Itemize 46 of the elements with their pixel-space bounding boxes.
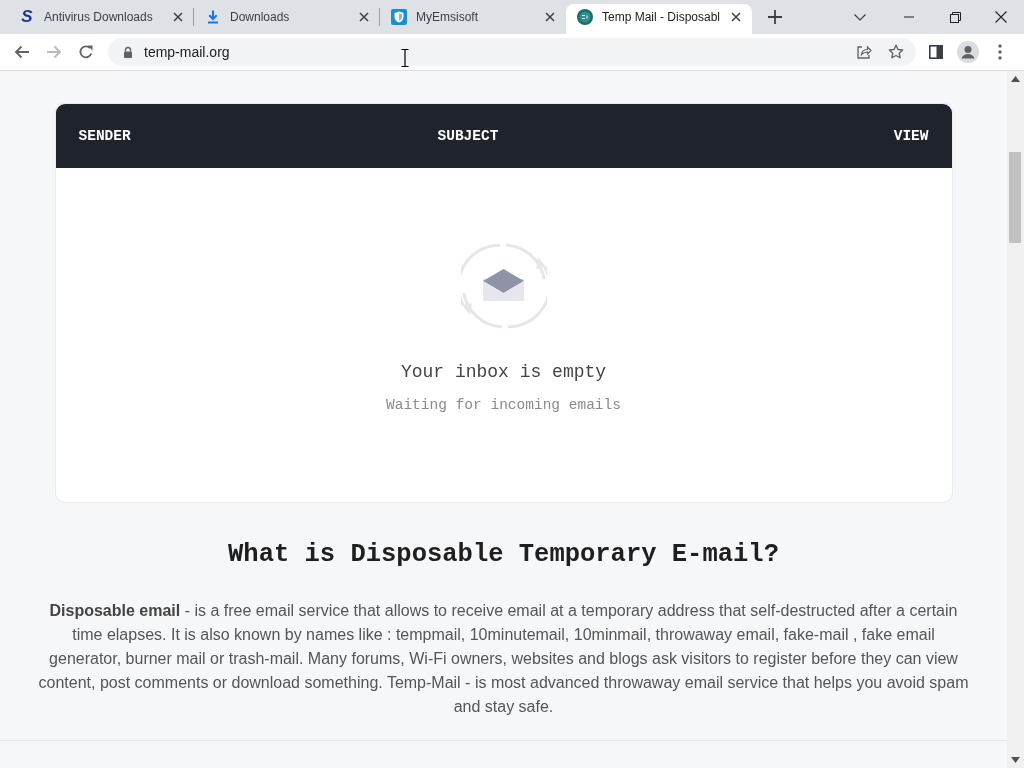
back-arrow-icon (14, 44, 30, 60)
tab-title: MyEmsisoft (416, 10, 479, 24)
column-header: SUBJECT (437, 127, 500, 144)
address-bar[interactable]: temp-mail.org (108, 38, 916, 66)
section-heading: What is Disposable Temporary E-mail? (228, 539, 779, 571)
browser-tab[interactable]: Temp Mail - Disposabl (566, 4, 752, 34)
download-icon (205, 9, 221, 25)
scrollbar-thumb[interactable] (1009, 152, 1021, 243)
profile-avatar-icon (957, 41, 979, 63)
share-icon (856, 44, 872, 60)
restore-icon (949, 11, 961, 23)
star-icon (888, 44, 904, 60)
text-cursor-icon (401, 49, 409, 67)
empty-inbox-title: Your inbox is empty (400, 361, 607, 384)
empty-inbox-subtitle: Waiting for incoming emails (386, 396, 621, 415)
profile-button[interactable] (954, 38, 982, 66)
minimize-icon (904, 16, 914, 18)
close-icon (545, 12, 555, 22)
envelope-refresh-icon (460, 243, 547, 329)
chevron-down-icon (854, 13, 866, 21)
description-paragraph: Disposable email - is a free email service that allows to receive email at a temporary address that self-destructed after a certain time elapses. It is also known by names like : tempmail, 10minutemail, 10minmail, throwaway email, fake-mail , fake email generator, burner mail or trash-mail. Many forums, Wi-Fi owners, websites and blogs ask visitors to register before they can view content, post comments or download something. Temp-Mail - is most advanced throwaway email service that helps you avoid spam and stay safe. (37, 601, 970, 717)
close-icon (731, 12, 741, 22)
tab-title: Downloads (230, 10, 291, 24)
browser-tab[interactable]: Downloads (194, 4, 380, 34)
shield-icon (391, 9, 407, 25)
column-header: VIEW (893, 127, 929, 144)
close-icon (359, 12, 369, 22)
reload-icon (78, 44, 94, 60)
site-logo: S (20, 9, 34, 25)
scroll-up-arrow-icon[interactable] (1011, 76, 1020, 82)
scrollbar[interactable] (1007, 71, 1024, 768)
url-text: temp-mail.org (144, 44, 230, 60)
close-icon (173, 12, 183, 22)
more-vertical-icon (998, 44, 1002, 60)
plus-icon (768, 10, 782, 24)
round-logo-icon (577, 9, 593, 25)
browser-tab[interactable]: MyEmsisoft (380, 4, 566, 34)
browser-tab[interactable]: S Antivirus Downloads (8, 4, 194, 34)
tab-title: Antivirus Downloads (44, 10, 154, 24)
tab-title: Temp Mail - Disposabl (602, 10, 722, 24)
column-header: SENDER (78, 127, 132, 144)
lock-icon (122, 46, 134, 58)
forward-arrow-icon (46, 44, 62, 60)
side-panel-icon (929, 45, 943, 59)
scroll-down-arrow-icon[interactable] (1011, 757, 1020, 763)
close-icon (995, 11, 1007, 23)
